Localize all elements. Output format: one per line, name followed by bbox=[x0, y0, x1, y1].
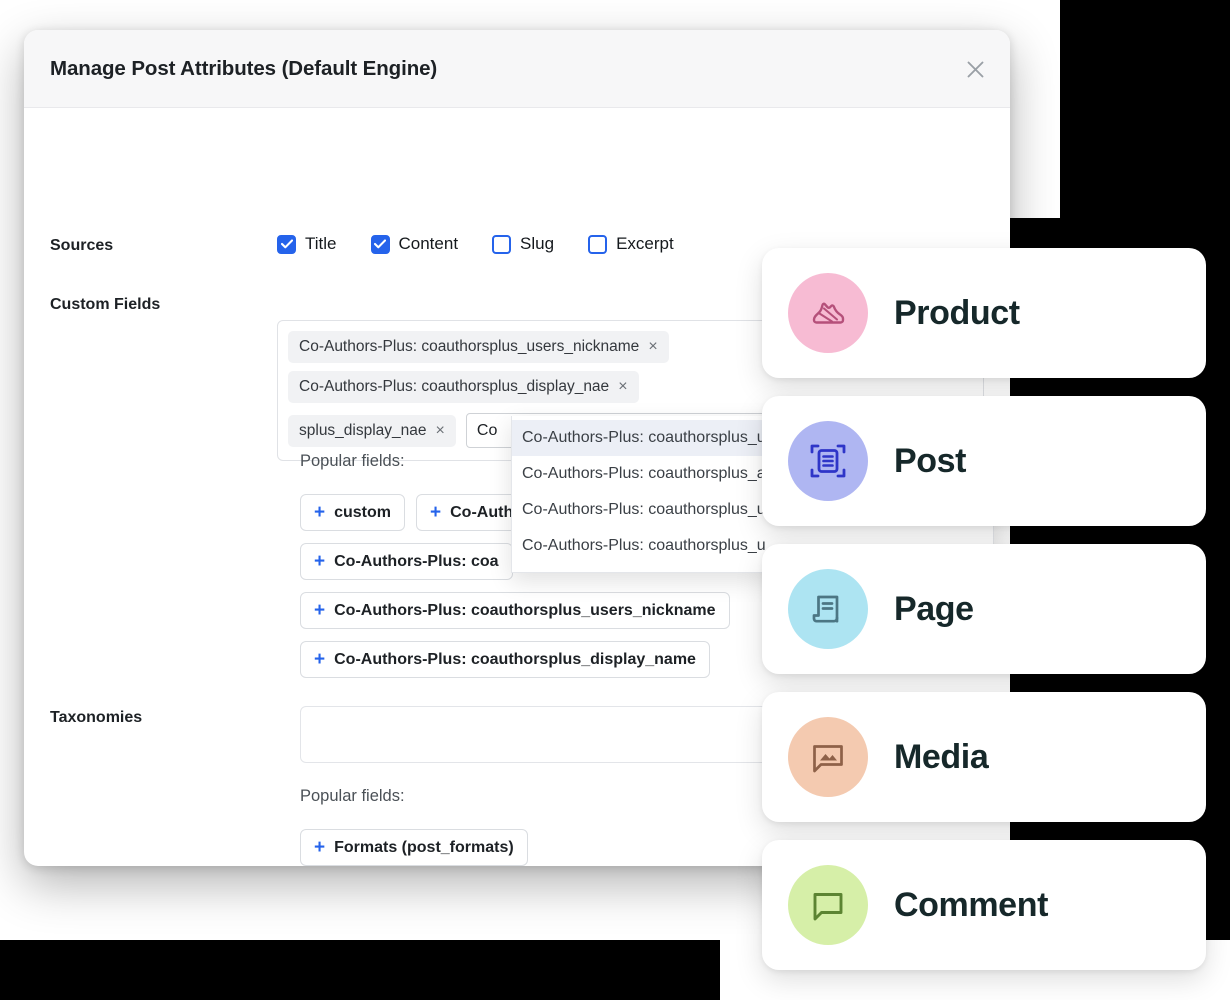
add-taxonomy-label: Formats (post_formats) bbox=[334, 838, 514, 856]
dialog-header: Manage Post Attributes (Default Engine) bbox=[24, 30, 1010, 108]
add-field-button[interactable]: + Co-Authors-Plus: coauthorsplus_users_n… bbox=[300, 592, 730, 629]
document-scan-icon bbox=[788, 421, 868, 501]
checkbox-label-content: Content bbox=[398, 234, 459, 253]
checkbox-label-slug: Slug bbox=[520, 234, 555, 253]
content-type-card-comment[interactable]: Comment bbox=[762, 840, 1206, 970]
chip-remove-icon[interactable]: × bbox=[436, 422, 445, 439]
content-type-label: Product bbox=[894, 293, 1020, 332]
chip-label: Co-Authors-Plus: coauthorsplus_display_n… bbox=[299, 378, 610, 395]
add-field-button[interactable]: + Co-Authors-Plus: coauthorsplus_display… bbox=[300, 641, 710, 678]
chip-item[interactable]: Co-Authors-Plus: coauthorsplus_display_n… bbox=[288, 371, 639, 403]
content-type-label: Post bbox=[894, 441, 967, 480]
chip-remove-icon[interactable]: × bbox=[618, 379, 627, 395]
content-type-label: Media bbox=[894, 737, 989, 776]
add-field-label: Co-Auth bbox=[450, 503, 514, 521]
add-field-label: custom bbox=[334, 503, 392, 521]
chip-label: Co-Authors-Plus: coauthorsplus_users_nic… bbox=[299, 338, 640, 355]
popular-fields-line: + Formats (post_formats) bbox=[300, 829, 528, 866]
chip-label: splus_display_nae bbox=[299, 421, 427, 439]
content-type-card-post[interactable]: Post bbox=[762, 396, 1206, 526]
add-taxonomy-button[interactable]: + Formats (post_formats) bbox=[300, 829, 528, 866]
taxonomies-label: Taxonomies bbox=[50, 709, 143, 726]
content-type-card-media[interactable]: Media bbox=[762, 692, 1206, 822]
checkbox-box-title[interactable] bbox=[277, 234, 296, 254]
background-block-top-right bbox=[1060, 0, 1230, 218]
page-document-icon bbox=[788, 569, 868, 649]
custom-fields-label: Custom Fields bbox=[50, 296, 161, 313]
chip-item[interactable]: splus_display_nae × bbox=[288, 414, 456, 447]
content-type-card-page[interactable]: Page bbox=[762, 544, 1206, 674]
add-field-button[interactable]: + custom bbox=[300, 494, 406, 531]
checkbox-label-title: Title bbox=[305, 234, 337, 253]
content-type-label: Page bbox=[894, 589, 974, 628]
content-type-label: Comment bbox=[894, 885, 1048, 924]
checkbox-slug[interactable]: Slug bbox=[492, 234, 554, 254]
plus-icon: + bbox=[314, 837, 326, 858]
checkbox-excerpt[interactable]: Excerpt bbox=[588, 234, 674, 254]
screenshot-stage: Manage Post Attributes (Default Engine) … bbox=[0, 0, 1230, 1000]
background-block-bottom bbox=[0, 940, 720, 1000]
plus-icon: + bbox=[314, 551, 326, 572]
chip-remove-icon[interactable]: × bbox=[648, 339, 657, 355]
shoe-icon bbox=[788, 273, 868, 353]
sources-label: Sources bbox=[50, 237, 114, 254]
image-bubble-icon bbox=[788, 717, 868, 797]
page-title: Manage Post Attributes (Default Engine) bbox=[50, 57, 438, 80]
checkbox-title[interactable]: Title bbox=[277, 234, 337, 254]
plus-icon: + bbox=[314, 649, 326, 670]
add-field-label: Co-Authors-Plus: coauthorsplus_users_nic… bbox=[334, 601, 716, 619]
plus-icon: + bbox=[430, 502, 442, 523]
add-field-label: Co-Authors-Plus: coa bbox=[334, 552, 499, 570]
chip-item[interactable]: Co-Authors-Plus: coauthorsplus_users_nic… bbox=[288, 331, 669, 363]
comment-bubble-icon bbox=[788, 865, 868, 945]
add-field-label: Co-Authors-Plus: coauthorsplus_display_n… bbox=[334, 650, 696, 668]
checkbox-box-slug[interactable] bbox=[492, 234, 512, 254]
popular-fields-label-custom: Popular fields: bbox=[300, 452, 405, 470]
checkbox-label-excerpt: Excerpt bbox=[616, 234, 674, 253]
sources-checkbox-group: Title Content Slug Excerpt bbox=[277, 234, 708, 254]
close-icon[interactable] bbox=[958, 52, 992, 86]
content-type-card-product[interactable]: Product bbox=[762, 248, 1206, 378]
popular-fields-label-taxonomies: Popular fields: bbox=[300, 787, 405, 805]
plus-icon: + bbox=[314, 600, 326, 621]
checkbox-box-excerpt[interactable] bbox=[588, 234, 608, 254]
checkbox-box-content[interactable] bbox=[370, 234, 390, 254]
content-type-card-list: Product Post Page Media Comment bbox=[762, 248, 1206, 988]
checkbox-content[interactable]: Content bbox=[370, 234, 459, 254]
add-field-button[interactable]: + Co-Authors-Plus: coa bbox=[300, 543, 513, 580]
popular-fields-taxonomies: + Formats (post_formats) bbox=[300, 829, 528, 866]
plus-icon: + bbox=[314, 502, 326, 523]
